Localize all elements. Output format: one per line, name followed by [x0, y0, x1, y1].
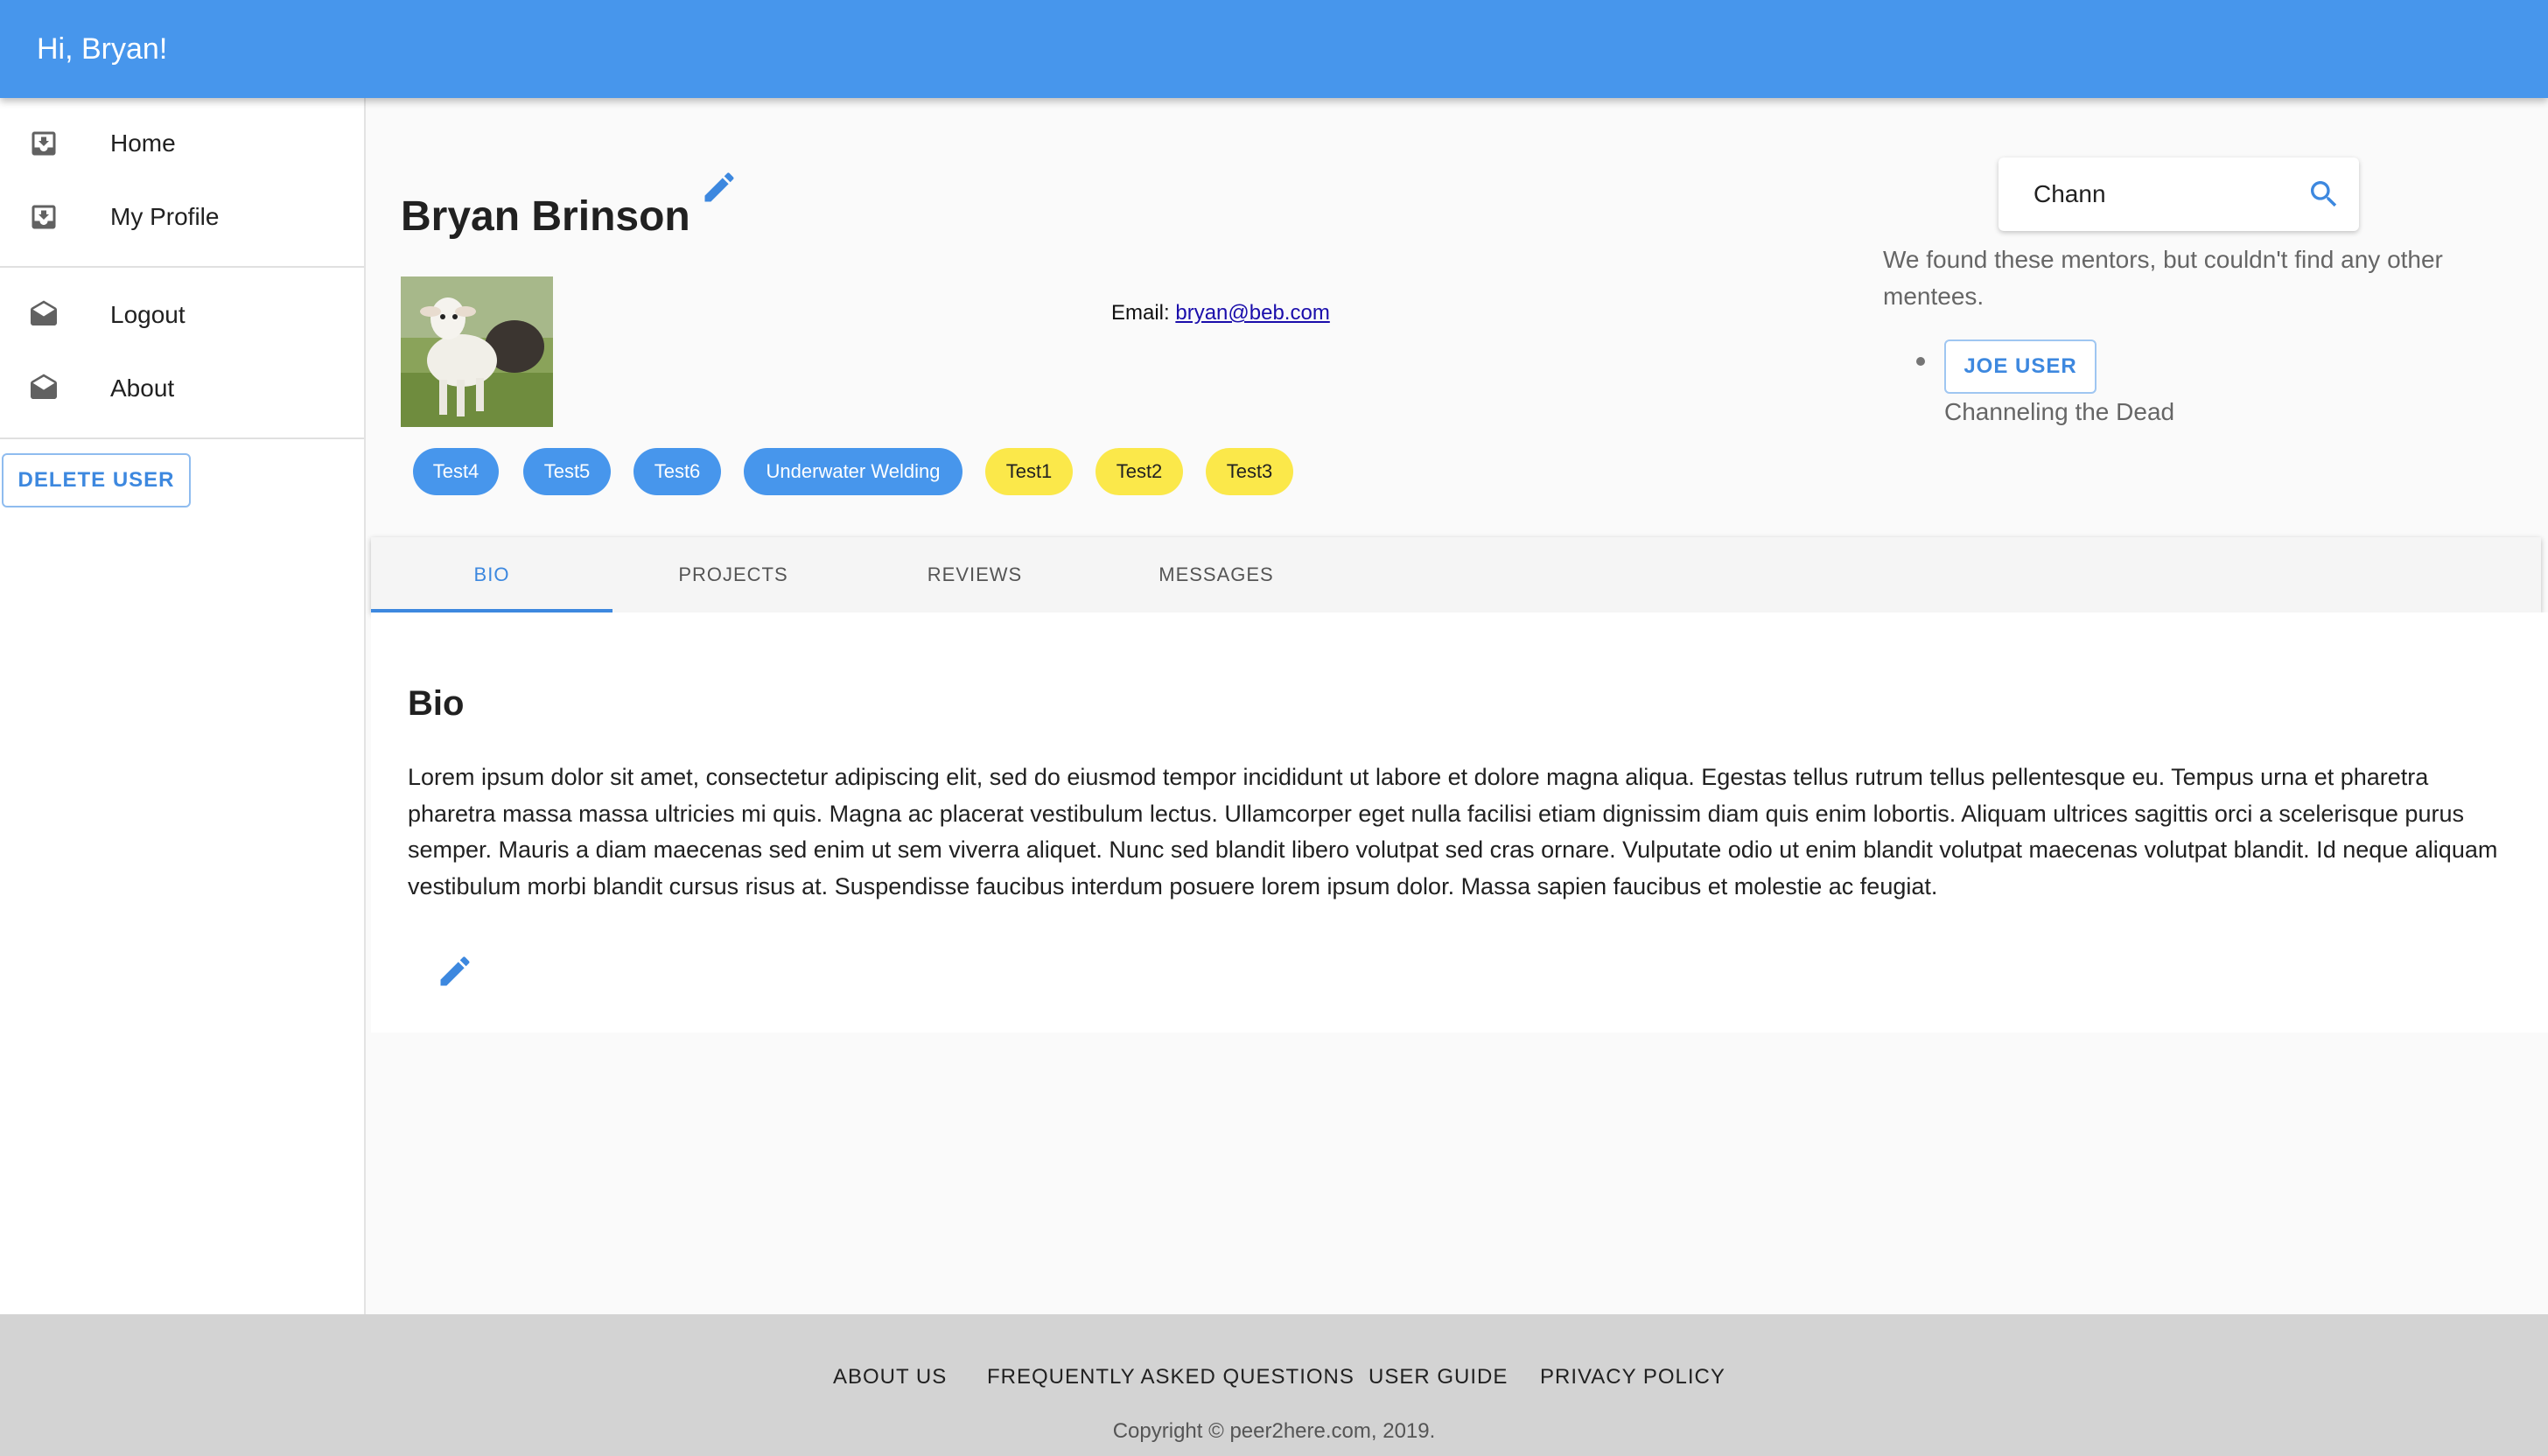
- email-line: Email: bryan@beb.com: [1111, 299, 1330, 327]
- search-box: [1998, 158, 2359, 231]
- footer-link-user-guide[interactable]: USER GUIDE: [1368, 1363, 1508, 1391]
- skill-chip[interactable]: Underwater Welding: [744, 448, 962, 495]
- delete-user-button[interactable]: DELETE USER: [2, 453, 191, 508]
- skill-chip[interactable]: Test4: [413, 448, 499, 495]
- footer-link-faq[interactable]: FREQUENTLY ASKED QUESTIONS: [987, 1363, 1354, 1391]
- sidebar-item-logout[interactable]: Logout: [0, 280, 364, 354]
- sidebar-divider: [0, 438, 364, 439]
- search-icon[interactable]: [2306, 177, 2342, 212]
- email-link[interactable]: bryan@beb.com: [1175, 301, 1329, 325]
- tab-bio[interactable]: BIO: [371, 537, 612, 612]
- sidebar-item-label: About: [110, 374, 175, 402]
- sidebar-item-about[interactable]: About: [0, 354, 364, 427]
- sidebar-item-label: Home: [110, 130, 176, 157]
- tab-label: REVIEWS: [927, 564, 1023, 585]
- search-input[interactable]: [2034, 175, 2296, 214]
- copyright-text: Copyright © peer2here.com, 2019.: [1112, 1419, 1436, 1443]
- list-bullet: [1916, 357, 1925, 366]
- profile-tabs: BIO PROJECTS REVIEWS MESSAGES: [371, 537, 2541, 612]
- tab-label: MESSAGES: [1158, 564, 1274, 585]
- drafts-icon: [31, 300, 57, 326]
- interest-chip[interactable]: Test1: [985, 448, 1073, 495]
- footer: ABOUT US FREQUENTLY ASKED QUESTIONS USER…: [0, 1314, 2548, 1456]
- tab-messages[interactable]: MESSAGES: [1096, 537, 1337, 612]
- drafts-icon: [31, 374, 57, 399]
- interest-chip[interactable]: Test2: [1096, 448, 1183, 495]
- avatar: [401, 276, 553, 427]
- bio-heading: Bio: [408, 684, 465, 723]
- email-label: Email:: [1111, 301, 1170, 325]
- tab-reviews[interactable]: REVIEWS: [854, 537, 1096, 612]
- edit-name-pencil-icon[interactable]: [700, 168, 738, 206]
- app-bar: Hi, Bryan!: [0, 0, 2548, 98]
- sidebar-divider: [0, 266, 364, 268]
- tab-label: PROJECTS: [678, 564, 788, 585]
- tab-projects[interactable]: PROJECTS: [612, 537, 854, 612]
- bio-panel: Bio Lorem ipsum dolor sit amet, consecte…: [371, 612, 2548, 1032]
- inbox-download-icon: [32, 205, 56, 229]
- inbox-download-icon: [32, 131, 56, 156]
- sidebar: Home My Profile Logout About DELETE USER: [0, 98, 366, 1314]
- sidebar-item-label: Logout: [110, 301, 186, 328]
- app-bar-title: Hi, Bryan!: [37, 32, 168, 66]
- profile-name: Bryan Brinson: [401, 193, 690, 240]
- search-result-message: We found these mentors, but couldn't fin…: [1883, 246, 2443, 310]
- interest-chip[interactable]: Test3: [1206, 448, 1293, 495]
- footer-link-privacy-policy[interactable]: PRIVACY POLICY: [1540, 1363, 1726, 1391]
- mentor-result-description: Channeling the Dead: [1944, 398, 2175, 425]
- goat-photo-image: [401, 276, 553, 427]
- sidebar-item-label: My Profile: [110, 203, 220, 230]
- skill-chip[interactable]: Test6: [634, 448, 721, 495]
- mentor-result-button[interactable]: JOE USER: [1944, 340, 2096, 394]
- edit-bio-pencil-icon[interactable]: [436, 952, 474, 990]
- bio-text: Lorem ipsum dolor sit amet, consectetur …: [408, 764, 2498, 900]
- footer-link-about-us[interactable]: ABOUT US: [833, 1363, 947, 1391]
- sidebar-item-home[interactable]: Home: [0, 108, 364, 182]
- tab-label: BIO: [473, 564, 510, 585]
- sidebar-item-my-profile[interactable]: My Profile: [0, 182, 364, 256]
- skill-chip[interactable]: Test5: [523, 448, 611, 495]
